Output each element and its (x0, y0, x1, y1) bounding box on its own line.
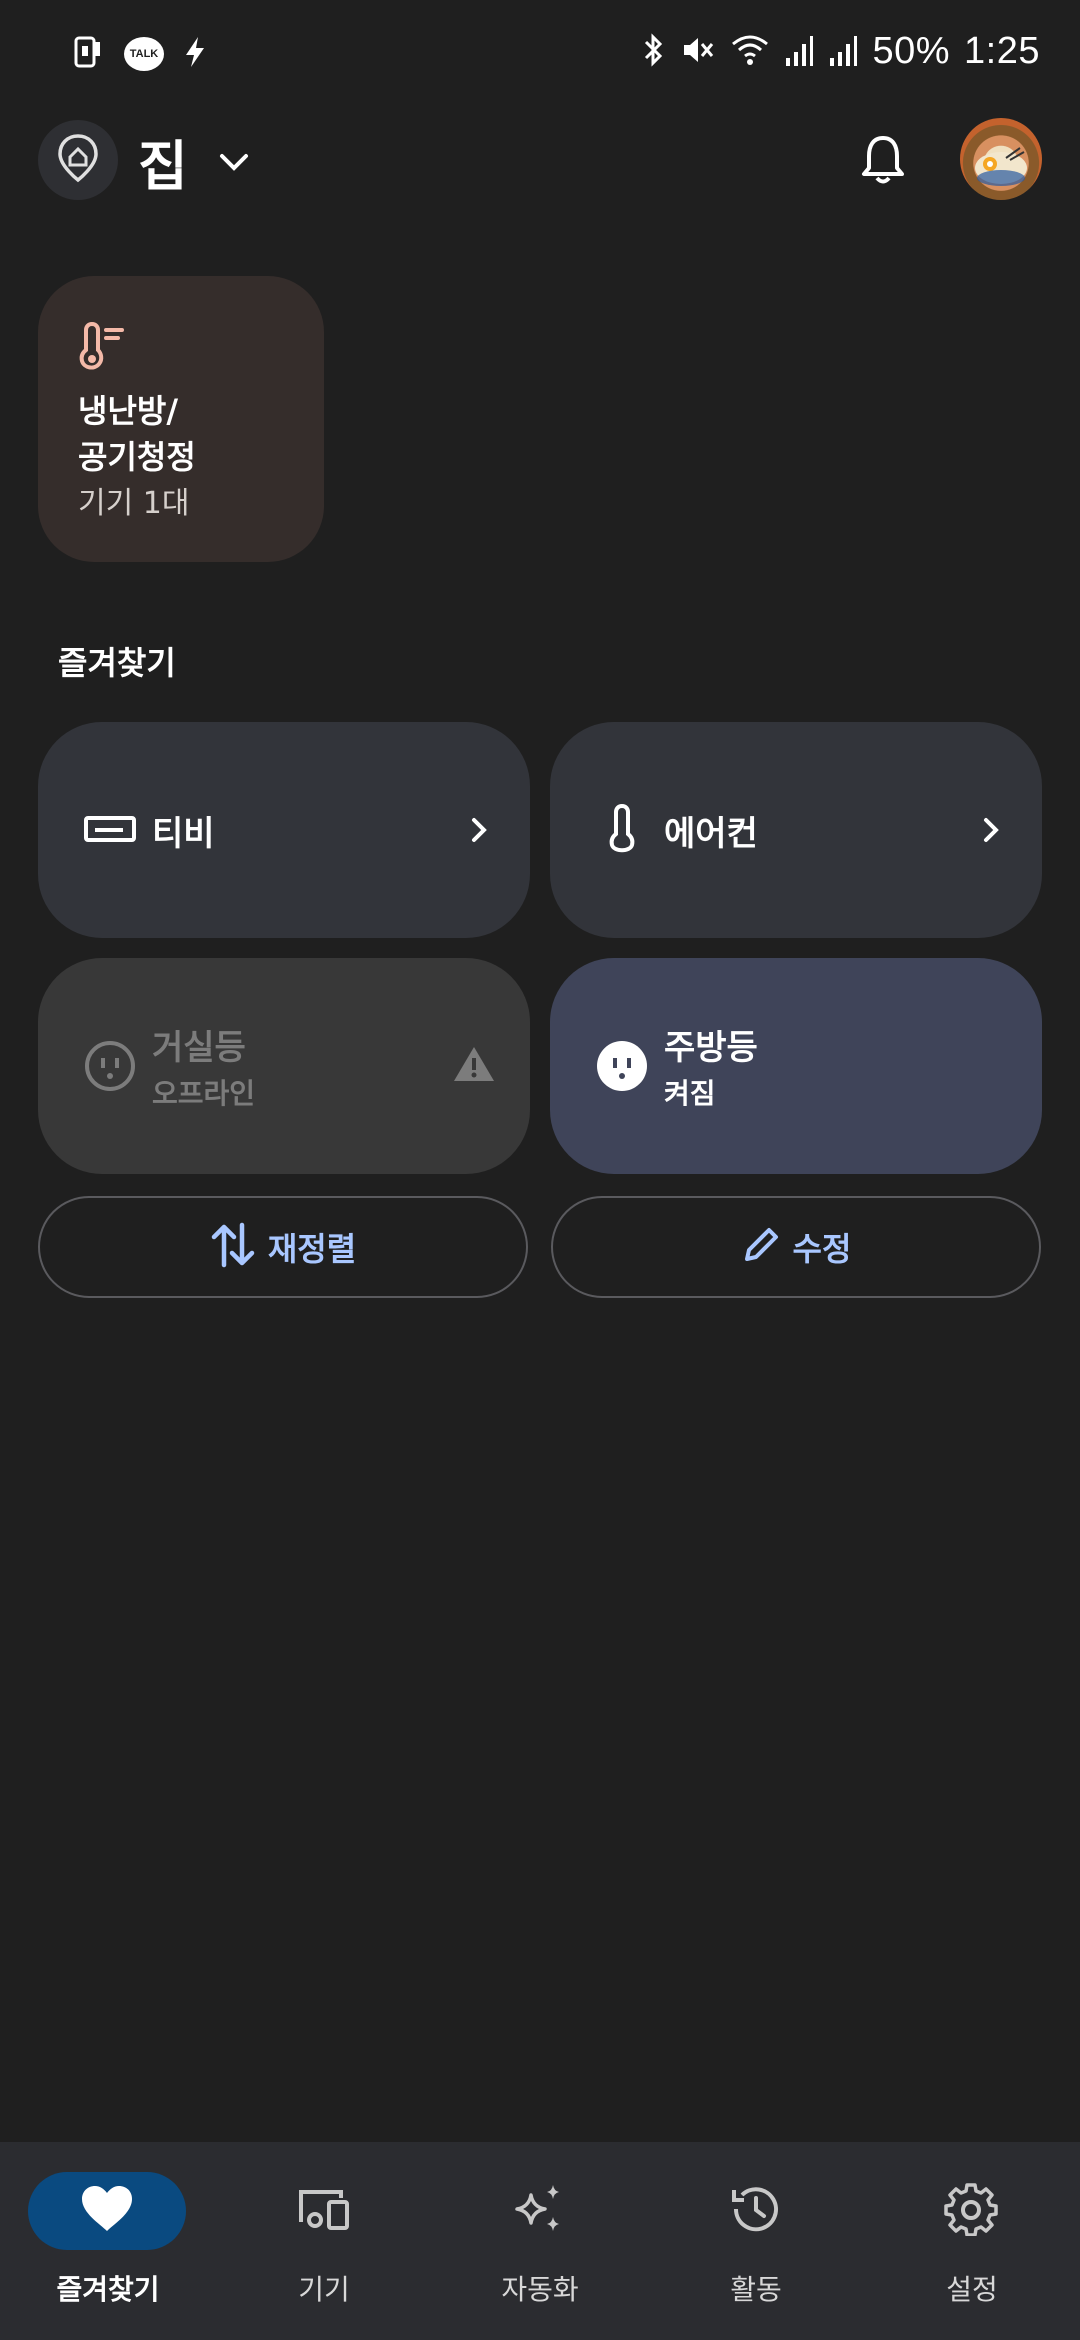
gear-icon (944, 2182, 998, 2240)
wifi-icon (730, 32, 770, 72)
reorder-button[interactable]: 재정렬 (38, 1196, 528, 1298)
tv-icon (72, 792, 148, 868)
edit-label: 수정 (792, 1230, 852, 1268)
signal-icon (828, 32, 858, 72)
app-header: 집 (0, 110, 1080, 210)
device-tile-living-room-light[interactable]: 거실등 오프라인 (38, 958, 530, 1174)
nav-label: 즐겨찾기 (56, 2273, 160, 2306)
nav-pill (460, 2172, 618, 2250)
battery-percent: 50% (872, 30, 951, 72)
reorder-icon (210, 1221, 256, 1273)
device-name: 거실등 (152, 1028, 246, 1068)
nav-label: 설정 (946, 2273, 998, 2306)
nav-item-activity[interactable]: 활동 (648, 2142, 864, 2340)
device-name: 에어컨 (664, 814, 758, 854)
plug-icon (584, 1028, 660, 1104)
signal-icon (784, 32, 814, 72)
nav-label: 자동화 (501, 2273, 579, 2306)
device-tile-tv[interactable]: 티비 (38, 722, 530, 938)
avatar[interactable] (960, 118, 1042, 200)
mute-icon (680, 32, 716, 72)
nav-item-devices[interactable]: 기기 (216, 2142, 432, 2340)
category-device-count: 기기 1대 (78, 486, 190, 521)
bottom-nav: 즐겨찾기 기기 자동화 활동 설정 (0, 2142, 1080, 2340)
charging-icon (182, 35, 208, 73)
location-title[interactable]: 집 (138, 122, 188, 201)
home-location-icon (56, 133, 100, 187)
pencil-icon (741, 1225, 781, 1269)
clock: 1:25 (964, 30, 1040, 72)
device-tile-kitchen-light[interactable]: 주방등 켜짐 (550, 958, 1042, 1174)
nav-pill (892, 2172, 1050, 2250)
heart-icon (80, 2185, 134, 2237)
thermostat-icon (78, 318, 134, 378)
phone-alert-icon (70, 34, 106, 74)
history-icon (728, 2182, 782, 2240)
category-title-line2: 공기청정 (78, 438, 196, 476)
nav-item-automation[interactable]: 자동화 (432, 2142, 648, 2340)
status-bar: TALK 50% 1:25 (0, 0, 1080, 106)
nav-item-favorites[interactable]: 즐겨찾기 (0, 2142, 216, 2340)
category-card-hvac[interactable]: 냉난방/ 공기청정 기기 1대 (38, 276, 324, 562)
status-left: TALK (70, 34, 208, 74)
nav-label: 기기 (298, 2273, 350, 2306)
bell-icon[interactable] (858, 132, 908, 192)
app-screen: TALK 50% 1:25 집 냉난방/ 공기청정 기기 1대 즐겨찾기 티비 … (0, 0, 1080, 2340)
edit-button[interactable]: 수정 (551, 1196, 1041, 1298)
nav-pill (676, 2172, 834, 2250)
category-title: 냉난방/ 공기청정 (78, 388, 196, 480)
plug-icon (72, 1028, 148, 1104)
device-status: 오프라인 (152, 1077, 256, 1110)
home-location-button[interactable] (38, 120, 118, 200)
nav-label: 활동 (730, 2273, 782, 2306)
bluetooth-icon (640, 32, 666, 72)
devices-icon (295, 2186, 351, 2236)
sparkle-icon (511, 2181, 567, 2241)
device-name: 주방등 (664, 1028, 758, 1068)
thermometer-icon (584, 792, 660, 868)
nav-pill (244, 2172, 402, 2250)
status-right: 50% 1:25 (640, 30, 1040, 73)
chevron-down-icon[interactable] (214, 142, 254, 186)
device-status: 켜짐 (664, 1077, 716, 1110)
warning-icon (452, 1044, 496, 1088)
reorder-label: 재정렬 (267, 1230, 357, 1268)
category-title-line1: 냉난방/ (78, 392, 179, 430)
chevron-right-icon (464, 812, 494, 852)
nav-pill (28, 2172, 186, 2250)
device-name: 티비 (152, 814, 215, 854)
device-tile-aircon[interactable]: 에어컨 (550, 722, 1042, 938)
nav-item-settings[interactable]: 설정 (864, 2142, 1080, 2340)
favorites-heading: 즐겨찾기 (58, 644, 176, 682)
chevron-right-icon (976, 812, 1006, 852)
kakaotalk-icon: TALK (124, 37, 164, 71)
